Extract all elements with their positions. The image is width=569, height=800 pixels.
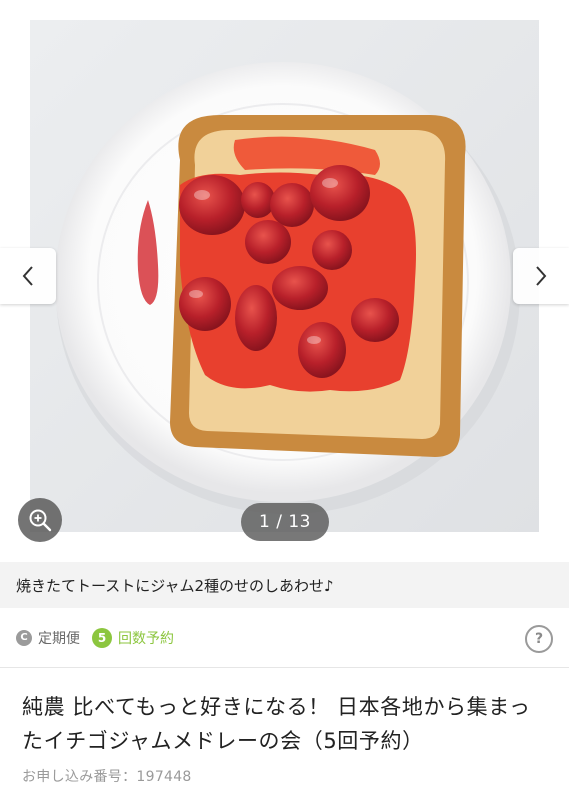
zoom-in-icon xyxy=(29,509,52,532)
product-title: 純農 比べてもっと好きになる！ 日本各地から集まったイチゴジャムメドレーの会（5… xyxy=(22,695,531,753)
tag-count: 5 回数予約 xyxy=(92,627,174,648)
product-tags: C 定期便 5 回数予約 ? xyxy=(0,608,569,668)
help-icon[interactable]: ? xyxy=(525,625,553,653)
image-carousel: 1 / 13 xyxy=(0,0,569,562)
carousel-prev-button[interactable] xyxy=(0,248,56,304)
image-caption: 焼きたてトーストにジャム2種のせのしあわせ♪ xyxy=(0,562,569,608)
zoom-button[interactable] xyxy=(18,498,62,542)
product-photo[interactable] xyxy=(30,20,539,532)
tag-teiki: C 定期便 xyxy=(16,628,80,648)
order-number: お申し込み番号：197448 xyxy=(22,769,192,785)
toast-with-jam-image xyxy=(30,20,539,532)
tag-teiki-label: 定期便 xyxy=(38,630,80,647)
chevron-left-icon xyxy=(22,266,33,286)
image-counter: 1 / 13 xyxy=(241,503,329,541)
subscription-icon: C xyxy=(16,629,32,646)
count-badge-icon: 5 xyxy=(92,627,112,648)
chevron-right-icon xyxy=(536,266,547,286)
tag-count-label: 回数予約 xyxy=(118,630,174,647)
carousel-next-button[interactable] xyxy=(513,248,569,304)
